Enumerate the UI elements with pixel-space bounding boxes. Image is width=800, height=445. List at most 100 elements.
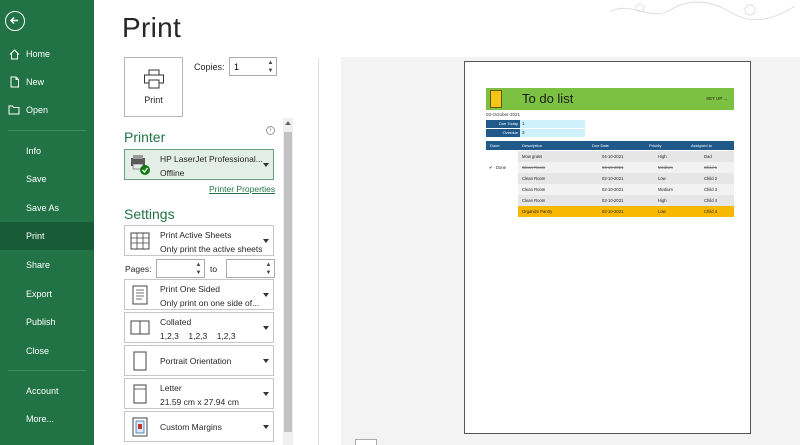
panel-divider bbox=[318, 58, 319, 445]
print-button-label: Print bbox=[144, 95, 163, 105]
sides-dropdown[interactable]: Print One Sided Only print on one side o… bbox=[124, 279, 274, 310]
pages-to-up-icon[interactable]: ▲ bbox=[264, 261, 273, 269]
back-arrow-icon[interactable] bbox=[5, 11, 25, 31]
cell-assigned: Child 4 bbox=[704, 198, 718, 203]
table-header: Done Description Due Date Priority Assig… bbox=[486, 141, 734, 150]
paper-size-dropdown[interactable]: Letter 21.59 cm x 27.94 cm bbox=[124, 378, 274, 409]
nav-account[interactable]: Account bbox=[0, 377, 94, 405]
cell-due-date: 02-10-2021 bbox=[602, 187, 624, 192]
copies-down-icon[interactable]: ▼ bbox=[266, 67, 275, 75]
nav-publish-label: Publish bbox=[26, 317, 56, 327]
pages-from-input[interactable] bbox=[157, 260, 195, 277]
sheet-title: To do list bbox=[522, 91, 574, 106]
nav-new-label: New bbox=[26, 77, 45, 87]
sheet-grid-icon bbox=[130, 232, 150, 250]
nav-open[interactable]: Open bbox=[0, 96, 94, 124]
chevron-down-icon bbox=[263, 359, 269, 363]
nav-home[interactable]: Home bbox=[0, 40, 94, 68]
nav-info-label: Info bbox=[26, 146, 42, 156]
new-document-icon bbox=[8, 76, 20, 88]
due-today-label: Due Today bbox=[486, 120, 520, 128]
nav-close[interactable]: Close bbox=[0, 337, 94, 365]
cell-due-date: 03-10-2021 bbox=[602, 165, 624, 170]
page-number-input[interactable] bbox=[355, 439, 377, 445]
copies-stepper: ▲ ▼ bbox=[229, 57, 277, 76]
collation-desc: 1,2,3 1,2,3 1,2,3 bbox=[160, 331, 236, 341]
nav-close-label: Close bbox=[26, 346, 50, 356]
print-what-dropdown[interactable]: Print Active Sheets Only print the activ… bbox=[124, 225, 274, 256]
print-what-desc: Only print the active sheets bbox=[160, 244, 263, 254]
print-button[interactable]: Print bbox=[124, 57, 183, 117]
printer-heading: Printer bbox=[124, 129, 166, 145]
nav-export-label: Export bbox=[26, 289, 53, 299]
printer-properties-link[interactable]: Printer Properties bbox=[209, 184, 275, 194]
cell-description: Clean Room bbox=[522, 187, 546, 192]
printer-dropdown[interactable]: HP LaserJet Professional... Offline bbox=[124, 149, 274, 180]
paper-size-value: Letter bbox=[160, 383, 182, 393]
orientation-value: Portrait Orientation bbox=[160, 356, 232, 366]
nav-print-label: Print bbox=[26, 231, 45, 241]
sheet-banner: To do list SET UP → bbox=[486, 88, 734, 110]
backstage-nav: Home New Open Info Save Save As Print Sh… bbox=[0, 0, 94, 445]
scroll-up-icon[interactable] bbox=[285, 121, 291, 125]
pages-from-up-icon[interactable]: ▲ bbox=[194, 261, 203, 269]
nav-publish[interactable]: Publish bbox=[0, 308, 94, 336]
cell-done: Done bbox=[496, 165, 507, 170]
pages-to-down-icon[interactable]: ▼ bbox=[264, 269, 273, 277]
nav-open-label: Open bbox=[26, 105, 49, 115]
nav-info[interactable]: Info bbox=[0, 137, 94, 165]
nav-share[interactable]: Share bbox=[0, 251, 94, 279]
chevron-down-icon bbox=[263, 392, 269, 396]
collation-dropdown[interactable]: Collated 1,2,3 1,2,3 1,2,3 bbox=[124, 312, 274, 343]
checkmark-icon: ✔ bbox=[489, 165, 493, 170]
chevron-down-icon bbox=[263, 239, 269, 243]
cell-description: Clean Room bbox=[522, 176, 546, 181]
copies-input[interactable] bbox=[230, 58, 266, 75]
pages-from-stepper: ▲ ▼ bbox=[156, 259, 205, 278]
done-cell bbox=[486, 195, 518, 206]
nav-more[interactable]: More... bbox=[0, 405, 94, 433]
nav-more-label: More... bbox=[26, 414, 55, 424]
header-priority: Priority bbox=[649, 143, 662, 148]
cell-priority: High bbox=[658, 198, 667, 203]
margins-dropdown[interactable]: Custom Margins bbox=[124, 411, 274, 442]
cell-due-date: 02-10-2021 bbox=[602, 176, 624, 181]
nav-new[interactable]: New bbox=[0, 68, 94, 96]
info-icon[interactable]: i bbox=[266, 126, 275, 135]
overdue-value: 3 bbox=[520, 129, 585, 137]
nav-save-label: Save bbox=[26, 174, 47, 184]
nav-share-label: Share bbox=[26, 260, 51, 270]
pages-from-down-icon[interactable]: ▼ bbox=[194, 269, 203, 277]
nav-save-as[interactable]: Save As bbox=[0, 194, 94, 222]
cell-assigned: Child 1 bbox=[704, 165, 718, 170]
cell-priority: Low bbox=[658, 176, 666, 181]
sheet-setup-link: SET UP → bbox=[706, 96, 728, 101]
print-what-value: Print Active Sheets bbox=[160, 230, 232, 240]
nav-divider bbox=[8, 130, 86, 131]
chevron-down-icon bbox=[263, 425, 269, 429]
page-title: Print bbox=[122, 12, 182, 43]
cell-assigned: Dad bbox=[704, 154, 712, 159]
copies-up-icon[interactable]: ▲ bbox=[266, 59, 275, 67]
cell-due-date: 02-10-2021 bbox=[602, 209, 624, 214]
cell-assigned: Child 4 bbox=[704, 209, 718, 214]
copies-label: Copies: bbox=[194, 62, 225, 72]
printer-name: HP LaserJet Professional... bbox=[160, 154, 263, 164]
pages-to-input[interactable] bbox=[227, 260, 265, 277]
settings-scrollbar[interactable] bbox=[283, 118, 293, 445]
cell-priority: Low bbox=[658, 209, 666, 214]
scrollbar-thumb[interactable] bbox=[284, 132, 292, 432]
cell-due-date: 02-10-2021 bbox=[602, 198, 624, 203]
pages-label: Pages: bbox=[125, 264, 152, 274]
preview-page: To do list SET UP → 03-October-2021 Due … bbox=[464, 61, 751, 434]
orientation-dropdown[interactable]: Portrait Orientation bbox=[124, 345, 274, 376]
printer-icon bbox=[143, 69, 164, 89]
table-row: Clean Room 02-10-2021 Medium Child 3 bbox=[486, 184, 734, 195]
cell-description: Clean Room bbox=[522, 165, 546, 170]
nav-save-as-label: Save As bbox=[26, 203, 60, 213]
sides-value: Print One Sided bbox=[160, 284, 221, 294]
nav-export[interactable]: Export bbox=[0, 280, 94, 308]
nav-save[interactable]: Save bbox=[0, 165, 94, 193]
decorative-swirl-icon bbox=[609, 1, 796, 21]
nav-print[interactable]: Print bbox=[0, 222, 94, 250]
